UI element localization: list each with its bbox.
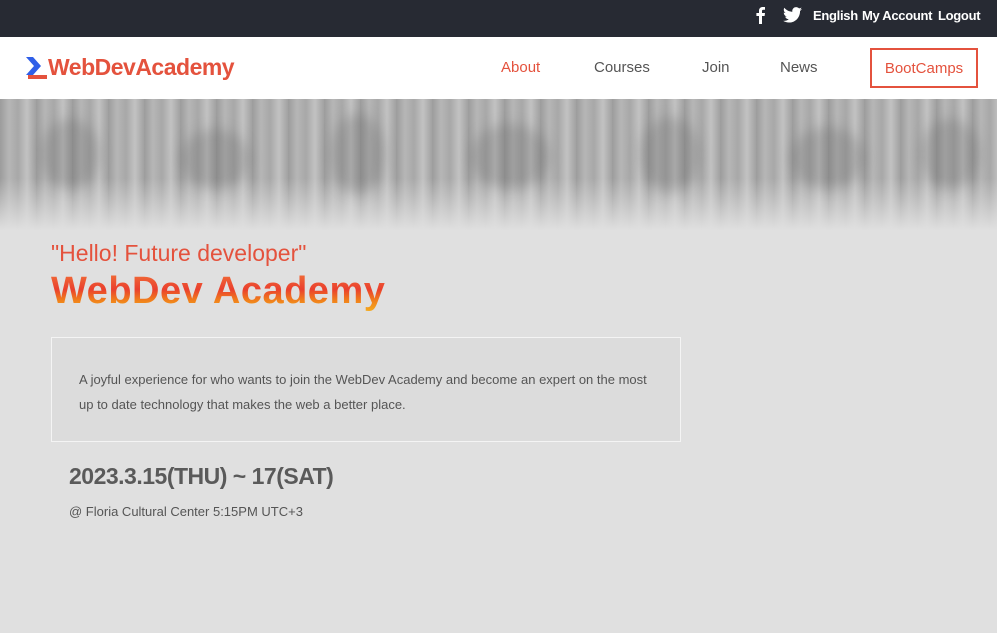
hero-title: WebDev Academy xyxy=(51,270,386,312)
banner-blur-shape xyxy=(180,129,250,189)
facebook-icon[interactable] xyxy=(754,6,766,24)
logo-chevron-icon[interactable] xyxy=(24,56,48,80)
twitter-icon[interactable] xyxy=(783,6,802,24)
event-location: @ Floria Cultural Center 5:15PM UTC+3 xyxy=(69,504,303,519)
description-box: A joyful experience for who wants to joi… xyxy=(51,337,681,442)
banner-blur-shape xyxy=(920,119,980,189)
hero-tagline: "Hello! Future developer" xyxy=(51,240,307,266)
banner-blur-shape xyxy=(330,114,385,194)
nav-about[interactable]: About xyxy=(501,59,540,76)
logo-text[interactable]: WebDevAcademy xyxy=(48,54,235,81)
banner-blur-shape xyxy=(790,127,865,189)
description-text: A joyful experience for who wants to joi… xyxy=(79,372,647,412)
banner-blur-shape xyxy=(640,117,700,192)
language-link[interactable]: English xyxy=(813,8,858,23)
nav-courses[interactable]: Courses xyxy=(594,59,650,76)
my-account-link[interactable]: My Account xyxy=(862,8,933,23)
event-date: 2023.3.15(THU) ~ 17(SAT) xyxy=(69,463,334,489)
banner-blur-shape xyxy=(40,119,100,189)
nav-join[interactable]: Join xyxy=(702,59,730,76)
bootcamps-button[interactable]: BootCamps xyxy=(870,48,978,88)
main-navbar: WebDevAcademy About Courses Join News Bo… xyxy=(0,37,997,99)
hero-banner-image xyxy=(0,99,997,231)
logout-link[interactable]: Logout xyxy=(938,8,981,23)
banner-blur-shape xyxy=(470,124,550,189)
nav-news[interactable]: News xyxy=(780,59,818,76)
top-utility-bar: English My Account Logout xyxy=(0,0,997,37)
